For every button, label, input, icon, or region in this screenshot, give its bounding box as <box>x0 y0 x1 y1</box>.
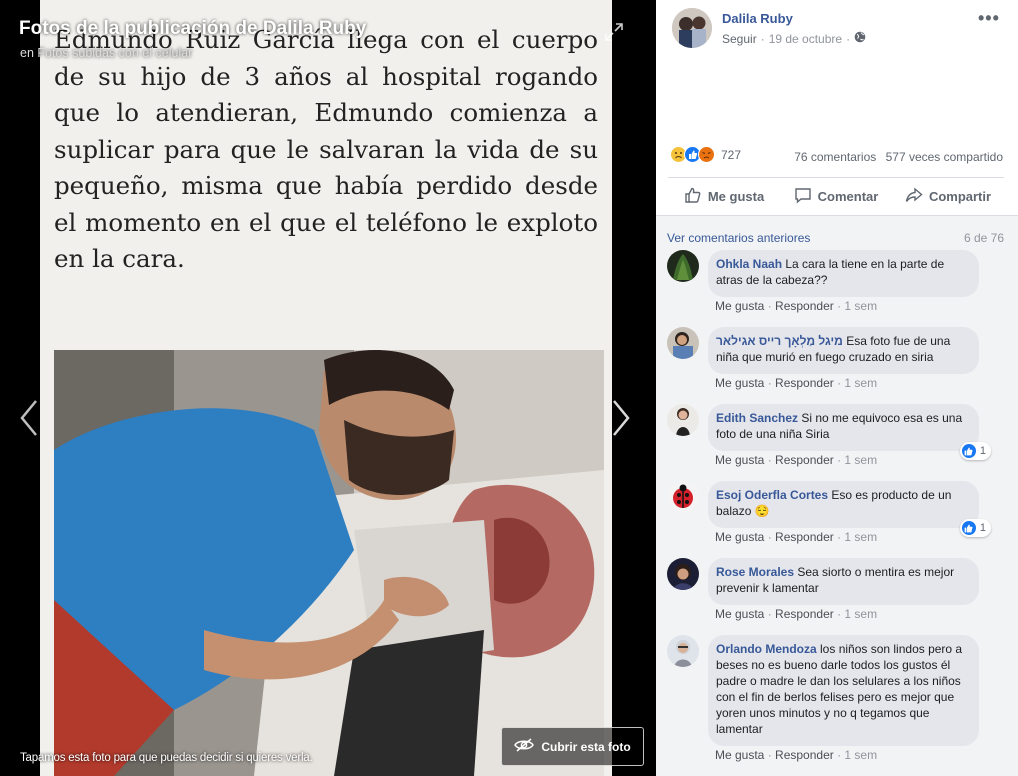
shares-count[interactable]: 577 veces compartido <box>886 150 1003 164</box>
chevron-right-icon[interactable] <box>610 398 632 438</box>
sensitive-photo-caption: Tapamos esta foto para que puedas decidi… <box>20 752 313 764</box>
separator-dot: · <box>760 31 765 46</box>
comment-actions: Me gusta · Responder · 1 sem <box>715 530 878 544</box>
comment-reply-link[interactable]: Responder <box>775 748 834 762</box>
comments-section: Ver comentarios anteriores 6 de 76 Ohkla… <box>656 215 1018 776</box>
commenter-avatar[interactable] <box>667 404 699 436</box>
comment-reply-link[interactable]: Responder <box>775 453 834 467</box>
comments-count-label: 6 de 76 <box>963 231 1004 245</box>
thumbs-up-icon <box>961 521 976 535</box>
comment-actions: Me gusta · Responder · 1 sem <box>715 748 878 762</box>
comment-like-link[interactable]: Me gusta <box>715 376 764 390</box>
comment-like-link[interactable]: Me gusta <box>715 530 764 544</box>
comment-reply-link[interactable]: Responder <box>775 530 834 544</box>
comment-actions: Me gusta · Responder · 1 sem <box>715 607 878 621</box>
chevron-left-icon[interactable] <box>18 398 40 438</box>
post-photo[interactable]: Edmundo Ruiz García llega con el cuerpo … <box>40 0 612 776</box>
viewer-subtitle[interactable]: en Fotos subidas con el celular <box>20 46 192 60</box>
more-options-icon[interactable]: ••• <box>978 8 1000 29</box>
commenter-avatar[interactable] <box>667 558 699 590</box>
globe-icon <box>854 31 866 46</box>
separator-dot: · <box>846 31 851 46</box>
view-previous-comments-link[interactable]: Ver comentarios anteriores <box>667 231 810 245</box>
comment-bubble: Ohkla Naah La cara la tiene en la parte … <box>708 250 979 297</box>
comment-like-link[interactable]: Me gusta <box>715 453 764 467</box>
comment-time[interactable]: 1 sem <box>844 453 877 467</box>
comment-icon <box>794 186 812 207</box>
angry-reaction-icon <box>698 146 715 163</box>
comment-time[interactable]: 1 sem <box>844 376 877 390</box>
comment-likes-count: 1 <box>979 445 986 457</box>
comment-reply-link[interactable]: Responder <box>775 376 834 390</box>
commenter-avatar[interactable] <box>667 250 699 282</box>
cover-photo-button[interactable]: Cubrir esta foto <box>501 727 644 766</box>
post-meta: Seguir · 19 de octubre · <box>722 31 866 46</box>
comment-likes-badge[interactable]: 1 <box>959 442 991 460</box>
share-label: Compartir <box>928 188 992 204</box>
viewer-title[interactable]: Fotos de la publicación de Dalila Ruby <box>19 18 366 40</box>
reaction-count: 727 <box>721 147 742 162</box>
expand-icon[interactable] <box>603 21 625 43</box>
comment-reply-link[interactable]: Responder <box>775 299 834 313</box>
share-icon <box>905 186 923 207</box>
photo-overlay-text: Edmundo Ruiz García llega con el cuerpo … <box>54 25 598 273</box>
comment-bubble: Orlando Mendoza los niños son lindos per… <box>708 635 979 746</box>
comment-time[interactable]: 1 sem <box>844 748 877 762</box>
photo-scene <box>54 350 604 776</box>
comment-reply-link[interactable]: Responder <box>775 607 834 621</box>
reactions-summary[interactable]: 727 <box>670 146 741 163</box>
post-actions: Me gusta Comentar Compartir <box>668 178 1004 214</box>
comment-actions: Me gusta · Responder · 1 sem <box>715 299 878 313</box>
commenter-name[interactable]: Orlando Mendoza <box>716 642 817 656</box>
commenter-name[interactable]: Esoj Oderfla Cortes <box>716 488 828 502</box>
share-button[interactable]: Compartir <box>892 178 1004 214</box>
comment-likes-count: 1 <box>979 522 986 534</box>
thumbs-up-icon <box>961 444 976 458</box>
commenter-avatar[interactable] <box>667 327 699 359</box>
comment-time[interactable]: 1 sem <box>844 607 877 621</box>
comment-bubble: Esoj Oderfla Cortes Eso es producto de u… <box>708 481 979 528</box>
comments-count[interactable]: 76 comentarios <box>794 150 876 164</box>
comment-text: los niños son lindos pero a beses no es … <box>716 642 963 736</box>
comment-bubble: מיגל מַלְאָך רייס אגילאר Esa foto fue de… <box>708 327 979 374</box>
comment-bubble: Rose Morales Sea siorto o mentira es mej… <box>708 558 979 605</box>
commenter-avatar[interactable] <box>667 635 699 667</box>
post-date[interactable]: 19 de octubre <box>769 32 842 46</box>
comment-label: Comentar <box>817 188 879 204</box>
commenter-name[interactable]: Ohkla Naah <box>716 257 782 271</box>
photo-viewer: Edmundo Ruiz García llega con el cuerpo … <box>0 0 656 776</box>
comment-like-link[interactable]: Me gusta <box>715 299 764 313</box>
commenter-name[interactable]: Rose Morales <box>716 565 794 579</box>
comment-button[interactable]: Comentar <box>780 178 892 214</box>
follow-link[interactable]: Seguir <box>722 32 757 46</box>
comment-bubble: Edith Sanchez Si no me equivoco esa es u… <box>708 404 979 451</box>
comment-like-link[interactable]: Me gusta <box>715 607 764 621</box>
comment-time[interactable]: 1 sem <box>844 530 877 544</box>
like-label: Me gusta <box>707 188 765 204</box>
comment-like-link[interactable]: Me gusta <box>715 748 764 762</box>
comment-time[interactable]: 1 sem <box>844 299 877 313</box>
comment-likes-badge[interactable]: 1 <box>959 519 991 537</box>
post-details-panel: Dalila Ruby Seguir · 19 de octubre · •••… <box>656 0 1018 776</box>
commenter-name[interactable]: Edith Sanchez <box>716 411 798 425</box>
eye-slash-icon <box>514 738 535 755</box>
cover-photo-label: Cubrir esta foto <box>541 739 631 754</box>
like-button[interactable]: Me gusta <box>668 178 780 214</box>
comment-actions: Me gusta · Responder · 1 sem <box>715 453 878 467</box>
author-avatar[interactable] <box>672 8 712 48</box>
comment-actions: Me gusta · Responder · 1 sem <box>715 376 878 390</box>
commenter-name[interactable]: מיגל מַלְאָך רייס אגילאר <box>716 334 843 348</box>
author-name[interactable]: Dalila Ruby <box>722 11 793 26</box>
thumbs-up-icon <box>684 186 702 207</box>
commenter-avatar[interactable] <box>667 481 699 513</box>
post-stats: 76 comentarios 577 veces compartido <box>788 150 1003 164</box>
